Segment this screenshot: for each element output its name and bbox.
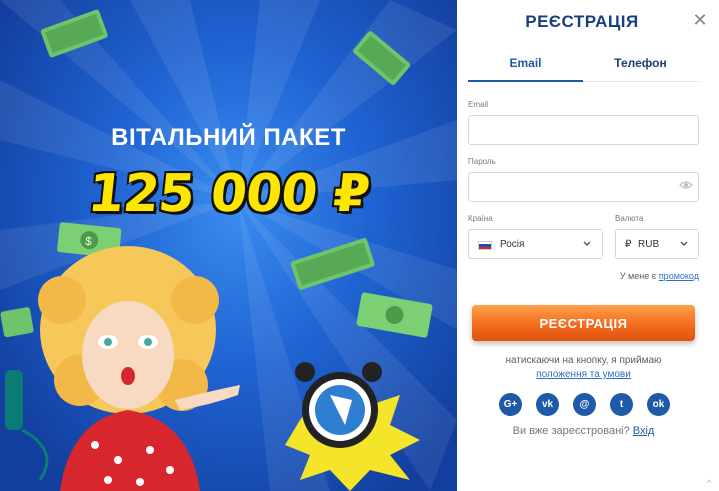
promo-code-prefix: У мене є — [619, 271, 657, 281]
terms-block: натискаючи на кнопку, я приймаю положенн… — [468, 354, 699, 382]
scroll-up-icon[interactable]: ^ — [707, 478, 711, 488]
eye-icon[interactable] — [679, 180, 693, 190]
woman-illustration — [5, 246, 240, 491]
promo-illustration: $ — [0, 9, 433, 491]
country-value: Росія — [500, 239, 525, 250]
tab-email[interactable]: Email — [468, 52, 583, 82]
promo-heading: ВІТАЛЬНИЙ ПАКЕТ — [111, 124, 346, 151]
country-label: Країна — [468, 214, 493, 223]
already-registered-text: Ви вже зареєстровані? — [512, 425, 630, 437]
registration-title: РЕЄСТРАЦІЯ — [525, 12, 639, 31]
register-button[interactable]: РЕЄСТРАЦІЯ — [472, 305, 695, 341]
russia-flag-icon — [478, 241, 492, 250]
password-label: Пароль — [468, 157, 496, 166]
terms-link[interactable]: положення та умови — [536, 369, 631, 380]
password-field[interactable] — [468, 172, 699, 202]
tab-phone[interactable]: Телефон — [583, 52, 698, 82]
chevron-down-icon — [583, 241, 591, 246]
chevron-down-icon — [680, 241, 688, 246]
login-link[interactable]: Вхід — [633, 425, 655, 437]
email-label: Email — [468, 100, 489, 109]
email-icon[interactable]: @ — [573, 393, 596, 416]
odnoklassniki-icon[interactable]: ok — [647, 393, 670, 416]
promo-code-row: У мене є промокод — [468, 271, 699, 281]
close-icon[interactable]: ✕ — [692, 11, 708, 29]
phone-handset-icon — [5, 370, 49, 481]
promo-banner: $ ВІТАЛЬНИЙ ПАКЕТ 125 000 ₽ — [0, 0, 457, 491]
terms-text: натискаючи на кнопку, я приймаю — [505, 355, 662, 366]
currency-value: RUB — [638, 239, 660, 250]
social-login-row: G+ vk @ t ok — [499, 393, 679, 417]
promo-amount: 125 000 ₽ — [85, 164, 372, 224]
vk-icon[interactable]: vk — [536, 393, 559, 416]
registration-panel: РЕЄСТРАЦІЯ ✕ Email Телефон Email Пароль … — [457, 0, 719, 491]
currency-symbol: ₽ — [625, 239, 632, 250]
alarm-clock-icon — [285, 362, 420, 491]
email-field[interactable] — [468, 115, 699, 145]
currency-label: Валюта — [615, 214, 644, 223]
country-select[interactable]: Росія — [468, 229, 603, 259]
twitter-icon[interactable]: t — [610, 393, 633, 416]
login-row: Ви вже зареєстровані? Вхід — [468, 425, 699, 437]
promo-code-link[interactable]: промокод — [659, 271, 699, 281]
google-plus-icon[interactable]: G+ — [499, 393, 522, 416]
currency-select[interactable]: ₽ RUB — [615, 229, 699, 259]
registration-tabs: Email Телефон — [468, 52, 699, 82]
